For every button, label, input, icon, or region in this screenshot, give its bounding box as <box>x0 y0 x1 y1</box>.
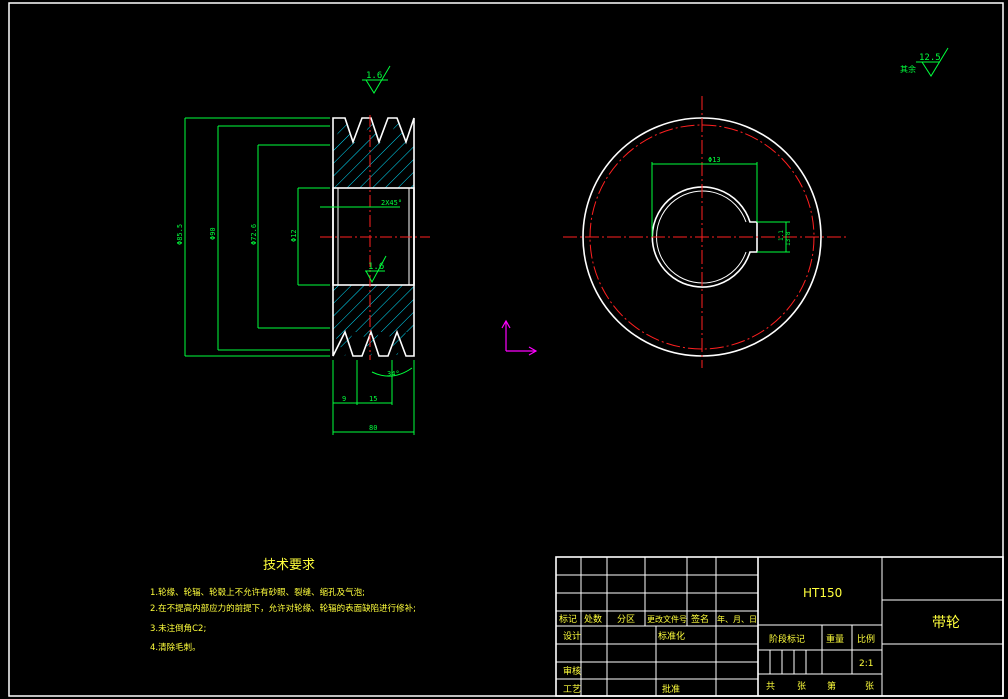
stage-mark-label: 阶段标记 <box>769 633 805 645</box>
review-label: 审核 <box>563 665 581 677</box>
tech-req-title: 技术要求 <box>263 558 315 573</box>
weight-label: 重量 <box>826 633 844 645</box>
tech-req-item: 1.轮缘、轮辐、轮毂上不允许有砂眼、裂缝、缩孔及气泡; <box>150 587 365 598</box>
technical-requirements: 技术要求 1.轮缘、轮辐、轮毂上不允许有砂眼、裂缝、缩孔及气泡; 2.在不提高内… <box>150 558 416 653</box>
dim-outer-diameter: Φ85.5 <box>176 224 184 245</box>
surface-finish-remaining: 其余 12.5 <box>900 47 949 77</box>
header-mark: 标记 <box>559 613 577 625</box>
remaining-finish-label: 其余 <box>900 64 916 74</box>
section-view: 1.6 1.6 Φ85.5 Φ90 Φ72.6 Φ12 2X45° 9 15 8… <box>176 65 430 435</box>
sheet-unit-label: 张 <box>797 681 806 692</box>
part-name: 带轮 <box>932 615 960 631</box>
design-label: 设计 <box>563 630 581 642</box>
dim-width-total: 80 <box>369 424 377 432</box>
tech-req-item: 2.在不提高内部应力的前提下，允许对轮缘、轮辐的表面缺陷进行修补; <box>150 603 416 614</box>
groove-finish-value: 1.6 <box>366 71 382 81</box>
scale-label: 比例 <box>857 633 875 645</box>
scale-value: 2:1 <box>859 659 873 669</box>
dim-diameter-90: Φ90 <box>209 227 217 240</box>
dim-diameter-72: Φ72.6 <box>250 224 258 245</box>
dim-width-9: 9 <box>342 395 346 403</box>
dim-keyway-width: Φ13 <box>708 156 721 164</box>
dim-bore-diameter: Φ12 <box>290 229 298 242</box>
header-change-doc: 更改文件号 <box>647 614 687 624</box>
front-view: Φ13 1.1 13.8 <box>563 96 848 368</box>
header-count: 处数 <box>584 613 602 625</box>
standardization-label: 标准化 <box>658 630 685 642</box>
cad-drawing: 1.6 1.6 Φ85.5 Φ90 Φ72.6 Φ12 2X45° 9 15 8… <box>8 2 1004 697</box>
tech-req-item: 3.未注倒角C2; <box>150 623 206 634</box>
sheet-no-label: 第 <box>827 680 836 692</box>
header-date: 年、月、日 <box>717 614 757 624</box>
dim-keyway-depth-a: 1.1 <box>778 230 785 241</box>
header-zone: 分区 <box>617 614 635 625</box>
ucs-icon <box>501 319 538 356</box>
sheet-unit-label: 张 <box>865 681 874 692</box>
dim-width-15: 15 <box>369 395 377 403</box>
header-signature: 签名 <box>691 613 709 625</box>
dim-chamfer: 2X45° <box>381 199 402 207</box>
dim-keyway-depth-b: 13.8 <box>785 231 792 246</box>
remaining-finish-value: 12.5 <box>919 53 941 63</box>
bore-finish-value: 1.6 <box>368 262 384 272</box>
sheet-total-label: 共 <box>766 681 775 692</box>
approve-label: 批准 <box>662 683 680 695</box>
material: HT150 <box>803 586 842 600</box>
dim-groove-angle: 34° <box>387 370 400 378</box>
process-label: 工艺 <box>563 684 581 695</box>
tech-req-item: 4.清除毛刺。 <box>150 642 201 653</box>
